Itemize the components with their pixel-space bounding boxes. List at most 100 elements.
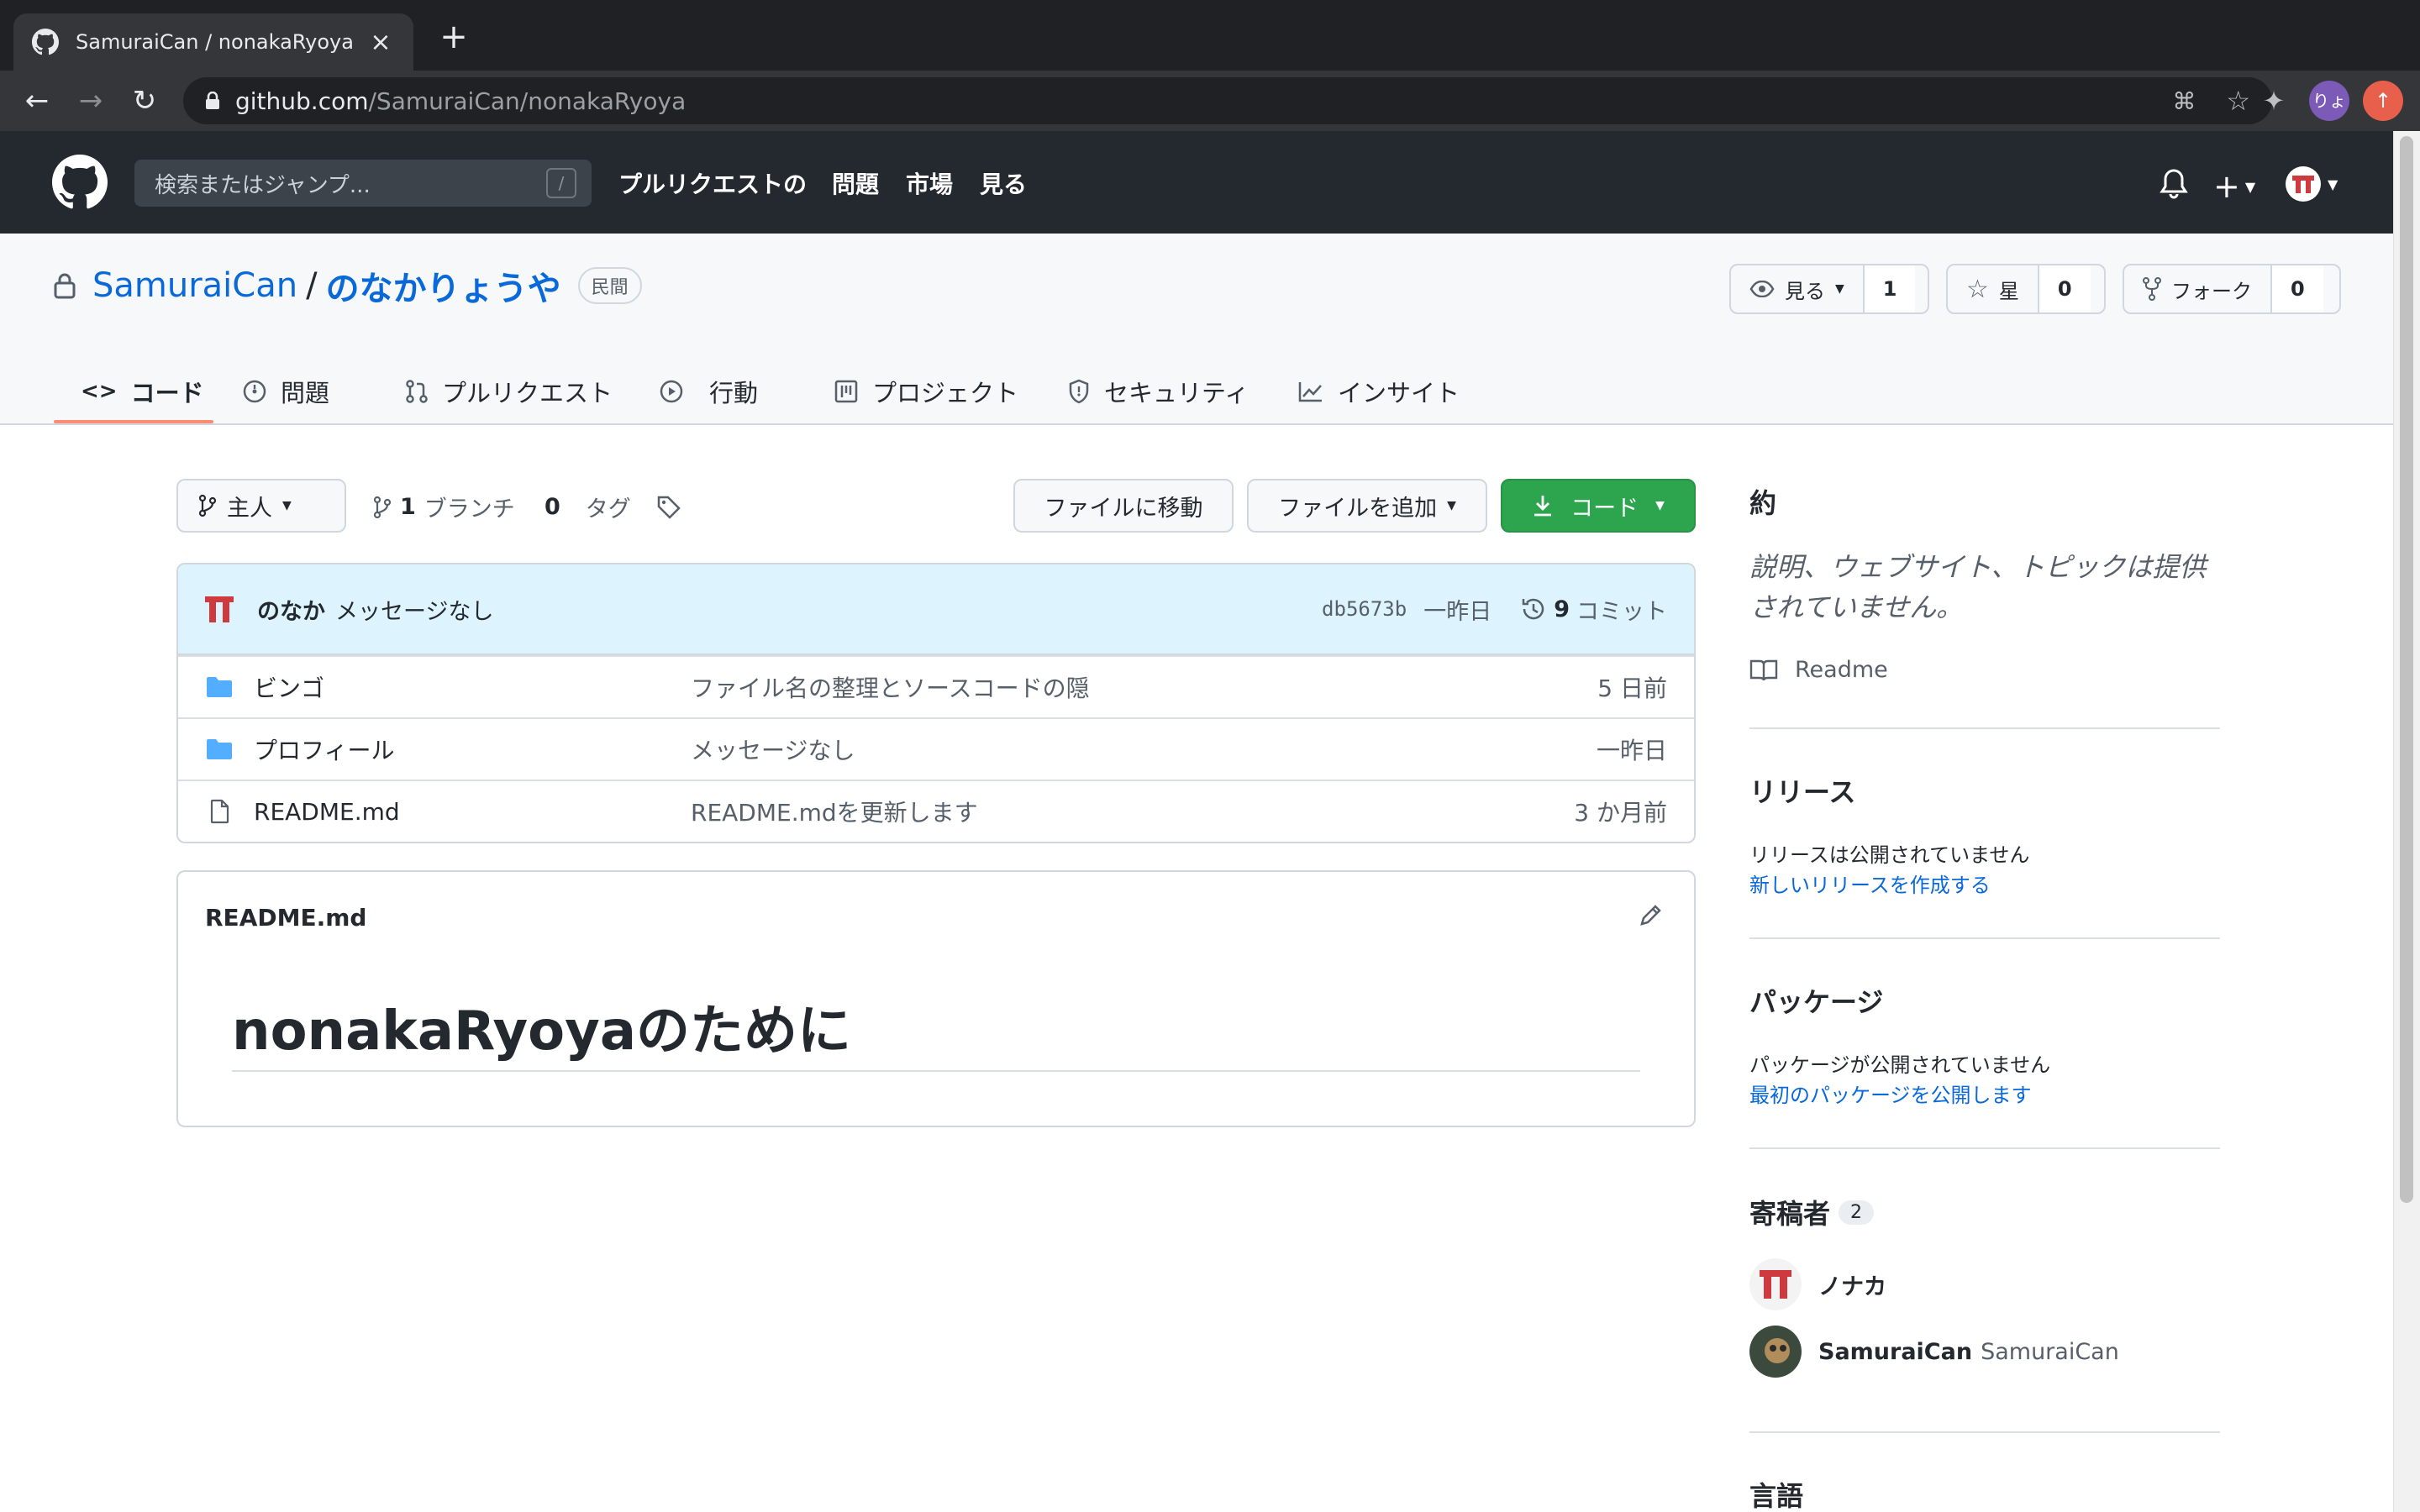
commit-sha[interactable]: db5673b [1322,597,1407,621]
search-input[interactable]: 検索またはジャンプ... / [134,160,592,207]
contributors-heading[interactable]: 寄稿者 [1749,1193,1830,1231]
code-button-label: コード [1570,495,1639,522]
graph-icon [1298,382,1322,402]
scrollbar-thumb[interactable] [2400,136,2413,1203]
forward-icon[interactable]: → [66,71,116,131]
folder-icon [207,739,232,759]
about-description-line2: されていません。 [1749,591,1964,623]
create-release-link[interactable]: 新しいリリースを作成する [1749,869,1991,898]
go-to-file-button[interactable]: ファイルに移動 [1013,479,1234,533]
user-menu[interactable]: ▼ [2286,166,2338,202]
readme-panel: README.md nonakaRyoyaのために [176,870,1696,1127]
tab-projects[interactable]: プロジェクト [807,361,1045,422]
tags-link[interactable]: 0 タグ [544,491,681,523]
commit-message[interactable]: メッセージなし [335,593,493,626]
folder-icon [207,677,232,697]
watch-button[interactable]: 見る ▼ [1731,265,1863,312]
watch-button-group: 見る ▼ 1 [1729,264,1929,314]
url-path: /SamuraiCan/nonakaRyoya [368,87,687,115]
repo-name-link[interactable]: のなかりょうや [326,261,561,310]
code-download-button[interactable]: コード ▼ [1501,479,1696,533]
tab-issues[interactable]: 問題 [215,361,356,422]
file-commit-message[interactable]: メッセージなし [691,732,1597,766]
languages-heading: 言語 [1749,1480,1804,1512]
fork-count[interactable]: 0 [2270,265,2323,312]
publish-package-link[interactable]: 最初のパッケージを公開します [1749,1079,2032,1108]
commits-history-link[interactable]: 9 コミット [1520,593,1667,626]
releases-empty-text: リリースは公開されていません [1749,843,2030,867]
tab-code[interactable]: <> コード [54,361,231,422]
caret-down-icon: ▼ [282,499,292,512]
address-bar[interactable]: github.com/SamuraiCan/nonakaRyoya ⌘ ☆ [183,77,2272,124]
tab-actions[interactable]: 行動 [632,361,785,422]
profile-avatar[interactable]: りょ [2309,81,2349,121]
caret-down-icon: ▼ [2328,176,2338,192]
file-row[interactable]: README.md README.mdを更新します 3 か月前 [178,780,1694,842]
nav-issues[interactable]: 問題 [832,166,879,200]
tab-insights[interactable]: インサイト [1270,361,1486,422]
repo-title: SamuraiCan / のなかりょうや 民間 [54,261,642,310]
nav-explore[interactable]: 見る [980,166,1027,200]
fork-icon [2143,277,2161,301]
file-name[interactable]: ビンゴ [254,670,691,704]
file-date: 5 日前 [1597,675,1667,702]
commit-count-label: コミット [1576,598,1667,625]
nav-marketplace[interactable]: 市場 [906,166,953,200]
repo-owner-link[interactable]: SamuraiCan [92,266,297,305]
close-tab-icon[interactable]: × [366,28,395,57]
repo-title-separator: / [306,266,318,305]
tab-pull-requests[interactable]: プルリクエスト [378,361,639,422]
caret-down-icon: ▼ [1447,499,1456,512]
pull-request-icon [406,380,428,403]
back-icon[interactable]: ← [12,71,62,131]
add-file-button[interactable]: ファイルを追加 ▼ [1247,479,1487,533]
sidebar-divider [1749,1431,2220,1433]
commit-author-avatar[interactable] [202,591,237,627]
fork-button[interactable]: フォーク [2124,265,2270,312]
bookmark-star-icon[interactable]: ☆ [2226,85,2250,117]
readme-filename: README.md [205,904,367,932]
branch-name: 主人 [227,495,272,522]
tab-pull-requests-label: プルリクエスト [442,379,613,407]
star-button[interactable]: ☆ 星 [1948,265,2038,312]
update-icon[interactable]: ↑ [2363,81,2403,121]
star-count[interactable]: 0 [2037,265,2091,312]
packages-heading[interactable]: パッケージ [1749,981,1883,1020]
github-logo-icon[interactable] [52,155,108,210]
file-icon [210,799,229,824]
file-row[interactable]: プロフィール メッセージなし 一昨日 [178,717,1694,780]
contributors-header: 寄稿者 2 [1749,1193,1875,1231]
edit-pencil-icon[interactable] [1639,902,1664,927]
tab-insights-label: インサイト [1338,379,1460,407]
about-description-line1: 説明、ウェブサイト、トピックは提供 [1749,551,2207,583]
eye-icon [1749,281,1775,297]
create-new-dropdown[interactable]: + ▼ [2213,168,2255,205]
file-row[interactable]: ビンゴ ファイル名の整理とソースコードの隠 5 日前 [178,655,1694,717]
readme-sidebar-link[interactable]: Readme [1749,657,1888,683]
translate-icon[interactable]: ⌘ [2172,87,2196,115]
releases-heading[interactable]: リリース [1749,771,1855,810]
add-file-label: ファイルを追加 [1278,495,1438,522]
nav-pull-requests[interactable]: プルリクエストの [618,166,807,200]
private-lock-icon [54,273,76,299]
file-commit-message[interactable]: README.mdを更新します [691,795,1574,828]
file-name[interactable]: プロフィール [254,732,691,766]
extensions-icon[interactable]: ✦ [2254,81,2294,121]
tab-code-label: コード [130,379,204,407]
file-name[interactable]: README.md [254,798,691,826]
contributor-item[interactable]: ノナカ [1749,1258,1886,1310]
reload-icon[interactable]: ↻ [119,71,170,131]
commit-author[interactable]: のなか [257,593,325,626]
branch-select-button[interactable]: 主人 ▼ [176,479,346,533]
new-tab-button[interactable]: + [435,18,472,55]
browser-tab[interactable]: SamuraiCan / nonakaRyoya × [13,13,413,71]
tab-security[interactable]: セキュリティ [1040,361,1276,422]
watch-count[interactable]: 1 [1862,265,1916,312]
file-commit-message[interactable]: ファイル名の整理とソースコードの隠 [691,670,1597,704]
branches-link[interactable]: 1 ブランチ [373,491,515,523]
contributor-item[interactable]: SamuraiCan SamuraiCan [1749,1326,2119,1378]
notifications-bell-icon[interactable] [2160,168,2188,200]
fork-button-group: フォーク 0 [2123,264,2341,314]
readme-heading-divider [232,1070,1640,1072]
about-heading: 約 [1749,487,1777,519]
